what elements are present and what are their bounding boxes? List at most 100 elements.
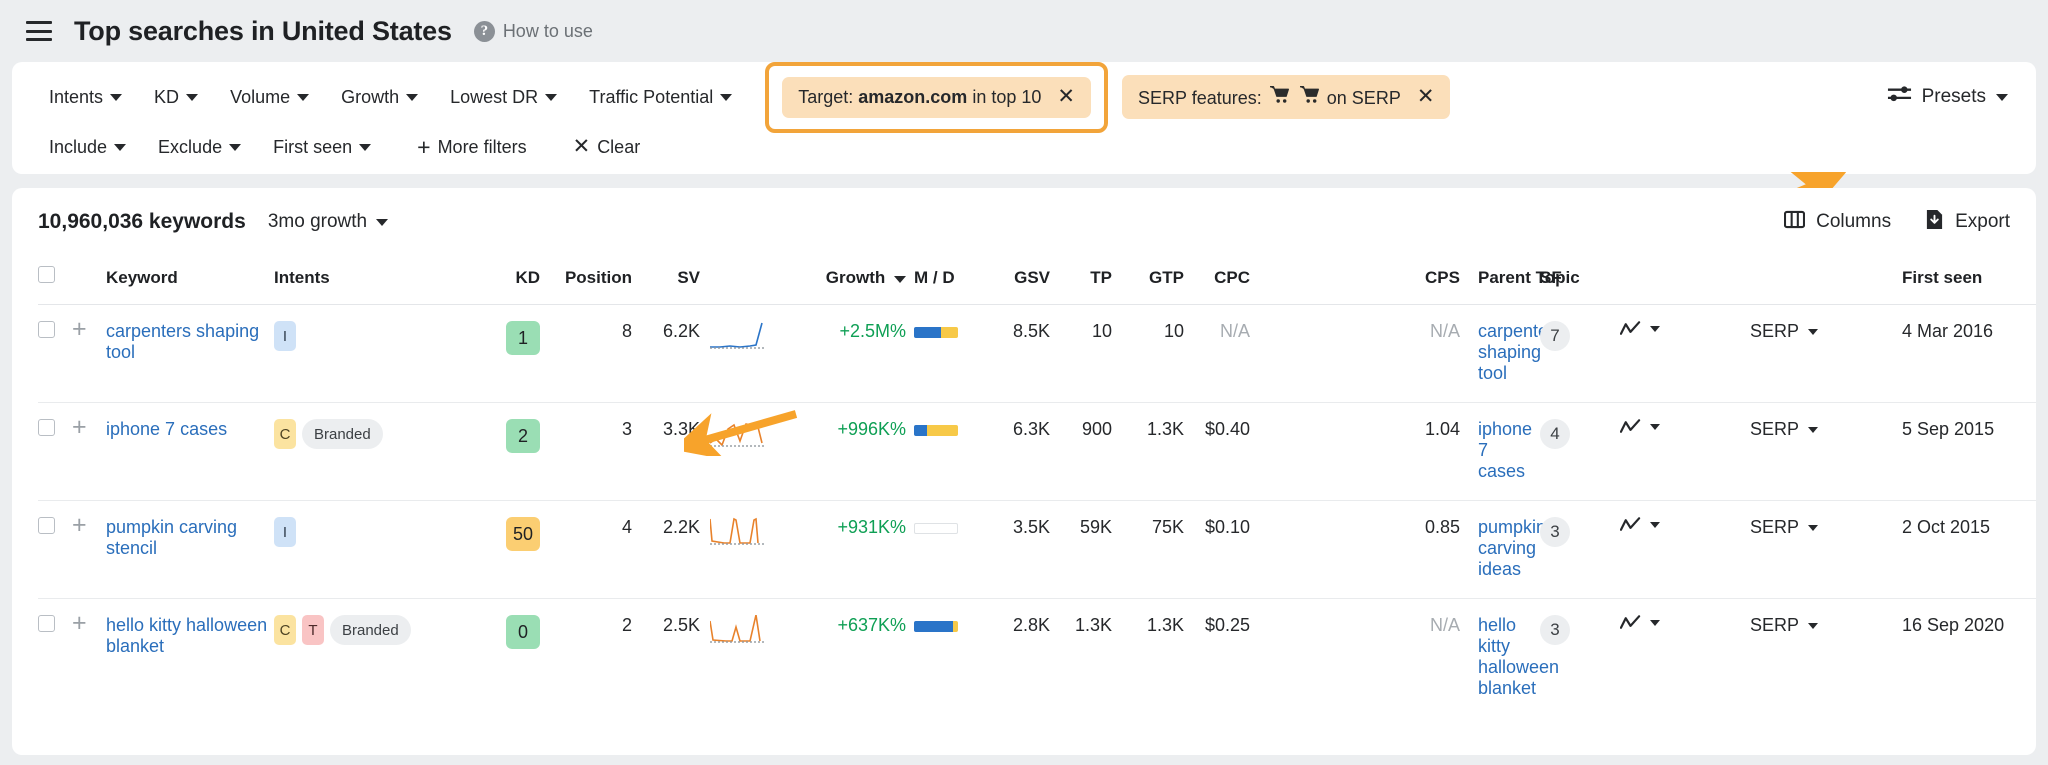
table-row[interactable]: +hello kitty halloween blanketCTBranded0… (38, 599, 2036, 718)
chevron-down-icon (110, 94, 122, 101)
trend-dropdown[interactable] (1620, 615, 1660, 631)
serp-label: SERP (1750, 321, 1799, 342)
target-filter-chip[interactable]: Target: amazon.com in top 10 ✕ (782, 77, 1091, 118)
cell-serp: SERP (1750, 403, 1902, 501)
cell-tp: 10 (1050, 305, 1112, 403)
filter-traffic-potential[interactable]: Traffic Potential (576, 80, 745, 115)
col-growth-label: Growth (826, 268, 886, 287)
table-row[interactable]: +carpenters shaping toolI186.2K+2.5M%8.5… (38, 305, 2036, 403)
keyword-link[interactable]: pumpkin carving stencil (106, 517, 237, 558)
sf-badge: 7 (1540, 321, 1570, 351)
keyword-link[interactable]: iphone 7 cases (106, 419, 227, 439)
table-row[interactable]: +iphone 7 casesCBranded233.3K+996K%6.3K9… (38, 403, 2036, 501)
table-row[interactable]: +pumpkin carving stencilI5042.2K+931K%3.… (38, 501, 2036, 599)
cell-growth: +996K% (776, 403, 906, 501)
filter-volume[interactable]: Volume (217, 80, 322, 115)
cell-growth: +637K% (776, 599, 906, 718)
filter-kd[interactable]: KD (141, 80, 211, 115)
trend-dropdown[interactable] (1620, 517, 1660, 533)
col-growth[interactable]: Growth (776, 256, 906, 305)
filter-first-seen-label: First seen (273, 137, 352, 158)
top-bar: Top searches in United States ? How to u… (0, 0, 2048, 62)
cell-parent-topic: carpenters shaping tool (1460, 305, 1540, 403)
col-parent-topic[interactable]: Parent Topic (1460, 256, 1540, 305)
plus-icon[interactable]: + (72, 511, 87, 539)
col-gtp[interactable]: GTP (1112, 256, 1184, 305)
how-to-use-link[interactable]: ? How to use (474, 21, 593, 42)
row-checkbox[interactable] (38, 419, 55, 436)
intent-badge-c: C (274, 419, 296, 449)
filter-growth[interactable]: Growth (328, 80, 431, 115)
plus-icon[interactable]: + (72, 609, 87, 637)
serp-features-chip[interactable]: SERP features: on SERP ✕ (1122, 75, 1450, 119)
plus-icon[interactable]: + (72, 413, 87, 441)
cell-intents: I (274, 305, 496, 403)
results-panel: 10,960,036 keywords 3mo growth Columns E… (12, 188, 2036, 755)
shopping-cart-icon (1269, 85, 1290, 104)
cell-md (906, 599, 984, 718)
filter-exclude[interactable]: Exclude (145, 130, 254, 165)
col-md[interactable]: M / D (906, 256, 984, 305)
cell-gsv: 6.3K (984, 403, 1050, 501)
more-filters-button[interactable]: + More filters (404, 130, 539, 165)
col-position[interactable]: Position (540, 256, 632, 305)
trend-dropdown[interactable] (1620, 419, 1660, 435)
col-cpc[interactable]: CPC (1184, 256, 1250, 305)
col-gsv[interactable]: GSV (984, 256, 1050, 305)
presets-button[interactable]: Presets (1877, 77, 2012, 117)
columns-button[interactable]: Columns (1784, 210, 1891, 235)
cell-cps: N/A (1250, 305, 1460, 403)
close-icon[interactable]: ✕ (1057, 89, 1075, 105)
row-checkbox[interactable] (38, 615, 55, 632)
plus-icon[interactable]: + (72, 315, 87, 343)
col-tp[interactable]: TP (1050, 256, 1112, 305)
col-cps[interactable]: CPS (1250, 256, 1460, 305)
col-intents[interactable]: Intents (274, 256, 496, 305)
trend-line-icon (1620, 517, 1641, 533)
col-keyword[interactable]: Keyword (106, 256, 274, 305)
serp-dropdown[interactable]: SERP (1750, 419, 1818, 440)
serp-dropdown[interactable]: SERP (1750, 517, 1818, 538)
growth-period-selector[interactable]: 3mo growth (268, 211, 388, 233)
chevron-down-icon (1996, 94, 2008, 101)
cell-cpc: N/A (1184, 305, 1250, 403)
cell-gtp: 1.3K (1112, 599, 1184, 718)
filter-lowest-dr[interactable]: Lowest DR (437, 80, 570, 115)
clear-filters-button[interactable]: ✕ Clear (560, 130, 654, 165)
close-icon[interactable]: ✕ (1417, 89, 1435, 105)
col-trend (1620, 256, 1750, 305)
trend-dropdown[interactable] (1620, 321, 1660, 337)
keyword-count: 10,960,036 keywords (38, 210, 246, 234)
select-all-checkbox[interactable] (38, 266, 55, 283)
cell-intents: I (274, 501, 496, 599)
parent-topic-link[interactable]: iphone 7 cases (1478, 419, 1532, 481)
col-sv[interactable]: SV (632, 256, 700, 305)
filter-intents[interactable]: Intents (36, 80, 135, 115)
chevron-down-icon (114, 144, 126, 151)
col-kd[interactable]: KD (496, 256, 540, 305)
chevron-down-icon (545, 94, 557, 101)
chevron-down-icon (297, 94, 309, 101)
cell-kd: 0 (496, 599, 540, 718)
filter-exclude-label: Exclude (158, 137, 222, 158)
row-select-cell (38, 305, 72, 403)
cell-sv: 2.2K (632, 501, 700, 599)
cell-cps: 0.85 (1250, 501, 1460, 599)
keyword-link[interactable]: carpenters shaping tool (106, 321, 259, 362)
cell-parent-topic: hello kitty halloween blanket (1460, 599, 1540, 718)
filter-include[interactable]: Include (36, 130, 139, 165)
row-checkbox[interactable] (38, 517, 55, 534)
cell-cps: N/A (1250, 599, 1460, 718)
parent-topic-link[interactable]: pumpkin carving ideas (1478, 517, 1546, 579)
row-checkbox[interactable] (38, 321, 55, 338)
serp-dropdown[interactable]: SERP (1750, 321, 1818, 342)
sf-badge: 4 (1540, 419, 1570, 449)
col-first-seen[interactable]: First seen (1902, 256, 2036, 305)
serp-dropdown[interactable]: SERP (1750, 615, 1818, 636)
keyword-link[interactable]: hello kitty halloween blanket (106, 615, 267, 656)
col-sf[interactable]: SF (1540, 256, 1620, 305)
expand-header (72, 256, 106, 305)
hamburger-icon[interactable] (26, 21, 52, 41)
filter-first-seen[interactable]: First seen (260, 130, 384, 165)
export-button[interactable]: Export (1925, 209, 2010, 236)
